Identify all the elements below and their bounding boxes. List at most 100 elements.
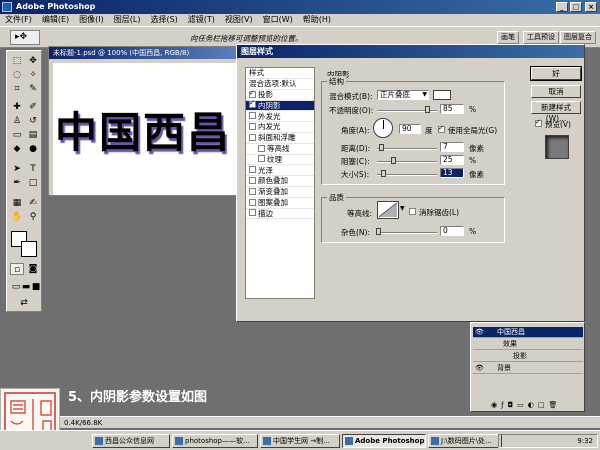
new-set-icon[interactable]: ▭ bbox=[517, 401, 528, 409]
menu-layer[interactable]: 图层(L) bbox=[109, 14, 146, 26]
distance-slider-thumb[interactable] bbox=[379, 144, 384, 151]
cancel-button[interactable]: 取消 bbox=[531, 85, 581, 98]
size-slider-track[interactable] bbox=[377, 174, 437, 176]
style-item[interactable]: 斜面和浮雕 bbox=[246, 133, 314, 144]
contour-picker[interactable] bbox=[377, 201, 399, 219]
angle-dial[interactable] bbox=[373, 118, 393, 138]
zoom-tool-icon[interactable]: ⚲ bbox=[26, 211, 40, 223]
style-item-checkbox[interactable] bbox=[249, 187, 256, 195]
tab-tool-presets[interactable]: 工具预设 bbox=[523, 31, 559, 44]
menu-filter[interactable]: 滤镜(T) bbox=[183, 14, 220, 26]
tool-preset-picker[interactable]: ▸✥ bbox=[10, 30, 40, 45]
standard-mode-icon[interactable]: ▫ bbox=[10, 263, 24, 275]
layer-row[interactable]: 👁 背景 bbox=[473, 363, 583, 374]
style-list-header[interactable]: 样式 bbox=[246, 68, 314, 79]
dodge-tool-icon[interactable]: ● bbox=[26, 143, 40, 155]
healing-brush-icon[interactable]: ✚ bbox=[10, 101, 24, 113]
blend-options-item[interactable]: 混合选项:默认 bbox=[246, 79, 314, 90]
screen-mode-full-icon[interactable]: ■ bbox=[29, 281, 43, 293]
size-slider-thumb[interactable] bbox=[381, 170, 386, 177]
blend-mode-select[interactable]: 正片叠底 ▼ bbox=[377, 90, 429, 100]
opacity-slider-thumb[interactable] bbox=[425, 106, 431, 113]
style-item-checkbox[interactable] bbox=[249, 133, 256, 141]
choke-slider-track[interactable] bbox=[377, 161, 437, 163]
background-color-swatch[interactable] bbox=[21, 241, 37, 257]
angle-field[interactable]: 90 bbox=[399, 124, 421, 134]
style-item[interactable]: 描边 bbox=[246, 209, 314, 220]
type-tool-icon[interactable]: T bbox=[26, 163, 40, 175]
global-light-checkbox[interactable] bbox=[438, 126, 445, 133]
style-item[interactable]: 内阴影 bbox=[246, 100, 314, 112]
marquee-tool-icon[interactable]: ⬚ bbox=[10, 55, 24, 67]
maximize-button[interactable]: □ bbox=[570, 2, 582, 12]
notes-tool-icon[interactable]: ▦ bbox=[10, 197, 24, 209]
opacity-field[interactable]: 85 bbox=[440, 104, 464, 114]
tab-brushes[interactable]: 画笔 bbox=[497, 31, 519, 44]
mask-icon[interactable]: ◘ bbox=[508, 401, 518, 409]
style-item-checkbox[interactable] bbox=[249, 176, 256, 184]
style-item-checkbox[interactable] bbox=[258, 155, 265, 163]
magic-wand-icon[interactable]: ✧ bbox=[26, 69, 40, 81]
choke-field[interactable]: 25 bbox=[440, 155, 464, 165]
menu-file[interactable]: 文件(F) bbox=[0, 14, 37, 26]
slice-tool-icon[interactable]: ✎ bbox=[26, 83, 40, 95]
style-item[interactable]: 等高线 bbox=[246, 144, 314, 155]
close-button[interactable]: × bbox=[585, 2, 597, 12]
move-tool-icon[interactable]: ✥ bbox=[26, 55, 40, 67]
style-item-checkbox[interactable] bbox=[249, 122, 256, 130]
choke-slider-thumb[interactable] bbox=[391, 157, 396, 164]
style-item[interactable]: 光泽 bbox=[246, 166, 314, 177]
style-item-checkbox[interactable] bbox=[258, 144, 265, 152]
hand-tool-icon[interactable]: ✋ bbox=[10, 211, 24, 223]
distance-field[interactable]: 7 bbox=[440, 142, 464, 152]
tab-layer-comps[interactable]: 图层复合 bbox=[560, 31, 596, 44]
taskbar-item[interactable]: Adobe Photoshop bbox=[342, 434, 426, 448]
trash-icon[interactable]: 🗑 bbox=[548, 401, 561, 409]
style-item-checkbox[interactable] bbox=[249, 112, 256, 120]
preview-checkbox[interactable] bbox=[535, 120, 542, 127]
quickmask-mode-icon[interactable]: ◙ bbox=[26, 263, 40, 275]
style-item-checkbox[interactable] bbox=[249, 209, 256, 217]
menu-select[interactable]: 选择(S) bbox=[145, 14, 182, 26]
style-item-checkbox[interactable] bbox=[249, 90, 256, 98]
style-item[interactable]: 颜色叠加 bbox=[246, 176, 314, 188]
style-item[interactable]: 纹理 bbox=[246, 155, 314, 166]
taskbar-item[interactable]: 中国学生网 →制... bbox=[260, 434, 340, 448]
lasso-tool-icon[interactable]: ◌ bbox=[10, 69, 24, 81]
style-item[interactable]: 渐变叠加 bbox=[246, 187, 314, 198]
eraser-tool-icon[interactable]: ▭ bbox=[10, 129, 24, 141]
contour-chevron-down-icon[interactable]: ▼ bbox=[400, 205, 405, 212]
style-item-checkbox[interactable] bbox=[249, 101, 256, 109]
menu-window[interactable]: 窗口(W) bbox=[258, 14, 298, 26]
layer-row[interactable]: 效果 bbox=[473, 339, 583, 350]
style-item-checkbox[interactable] bbox=[249, 198, 256, 206]
style-item[interactable]: 投影 bbox=[246, 90, 314, 101]
taskbar-item[interactable]: photoshop——软... bbox=[172, 434, 258, 448]
blur-tool-icon[interactable]: ◆ bbox=[10, 143, 24, 155]
style-item[interactable]: 内发光 bbox=[246, 122, 314, 134]
new-layer-icon[interactable]: □ bbox=[538, 401, 549, 409]
crop-tool-icon[interactable]: ⌗ bbox=[10, 83, 24, 95]
adjustment-layer-icon[interactable]: ◐ bbox=[528, 401, 538, 409]
pen-tool-icon[interactable]: ✒ bbox=[10, 177, 24, 189]
eye-icon[interactable]: 👁 bbox=[475, 363, 484, 374]
taskbar-item[interactable]: J:\数码图片\处... bbox=[428, 434, 502, 448]
jump-to-imageready-icon[interactable]: ⇄ bbox=[17, 297, 31, 309]
style-item[interactable]: 图案叠加 bbox=[246, 198, 314, 209]
menu-image[interactable]: 图像(I) bbox=[74, 14, 109, 26]
history-brush-icon[interactable]: ↺ bbox=[26, 115, 40, 127]
shadow-color-swatch[interactable] bbox=[433, 90, 451, 100]
eyedropper-icon[interactable]: ✍ bbox=[26, 197, 40, 209]
noise-slider-track[interactable] bbox=[377, 232, 437, 234]
new-style-button[interactable]: 新建样式(W)... bbox=[531, 101, 581, 123]
minimize-button[interactable]: _ bbox=[556, 2, 568, 12]
size-field[interactable]: 13 bbox=[440, 168, 464, 178]
noise-slider-thumb[interactable] bbox=[376, 228, 381, 235]
distance-slider-track[interactable] bbox=[377, 148, 437, 150]
layer-row[interactable]: 投影 bbox=[473, 351, 583, 362]
brush-tool-icon[interactable]: ✐ bbox=[26, 101, 40, 113]
link-layers-icon[interactable]: ◉ bbox=[491, 401, 501, 409]
menu-edit[interactable]: 编辑(E) bbox=[37, 14, 74, 26]
eye-icon[interactable]: 👁 bbox=[475, 327, 484, 338]
stamp-tool-icon[interactable]: ♙ bbox=[10, 115, 24, 127]
